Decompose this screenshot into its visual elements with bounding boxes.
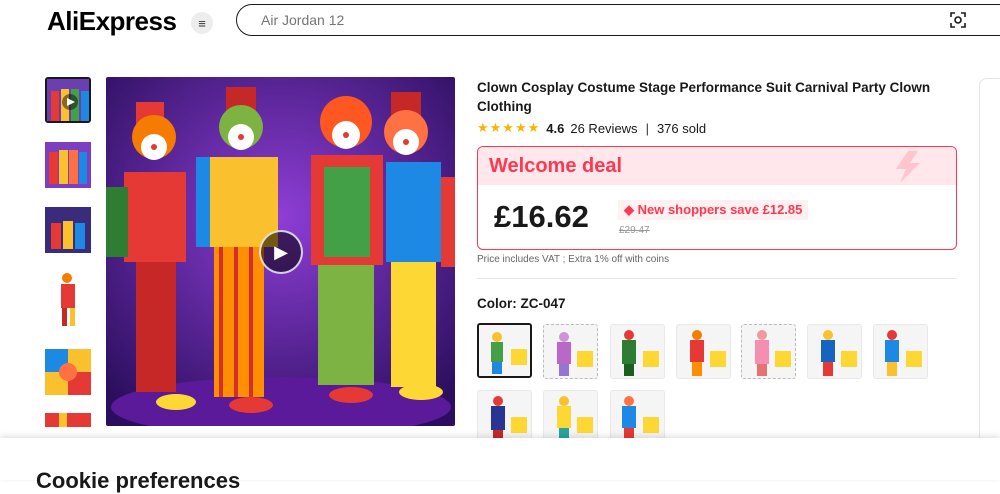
color-swatch[interactable] xyxy=(543,390,598,445)
color-swatch[interactable] xyxy=(543,324,598,379)
thumbnail-image[interactable] xyxy=(45,413,91,427)
thumbnail-image[interactable] xyxy=(45,349,91,395)
color-swatch[interactable] xyxy=(807,324,862,379)
color-swatch[interactable] xyxy=(610,324,665,379)
sold-count: 376 sold xyxy=(656,120,707,136)
vat-note: Price includes VAT ; Extra 1% off with c… xyxy=(477,254,670,265)
color-swatch[interactable] xyxy=(477,323,532,378)
rating-value: 4.6 xyxy=(546,120,565,136)
rating-row: ★★★★★ 4.6 26 Reviews | 376 sold xyxy=(477,120,706,136)
thumbnail-image[interactable] xyxy=(45,207,91,253)
welcome-deal-label: Welcome deal xyxy=(489,155,623,177)
reviews-link[interactable]: 26 Reviews xyxy=(570,121,637,136)
welcome-deal-box: Welcome deal £16.62 ◆ New shoppers save … xyxy=(477,146,957,250)
new-shopper-badge: ◆ New shoppers save £12.85 xyxy=(618,200,809,220)
thumbnail-image[interactable] xyxy=(45,142,91,188)
product-title: Clown Cosplay Costume Stage Performance … xyxy=(477,80,931,114)
color-swatch[interactable] xyxy=(741,324,796,379)
color-swatch[interactable] xyxy=(610,390,665,445)
side-panel xyxy=(979,78,1000,450)
main-product-image[interactable]: ▶ xyxy=(106,77,455,426)
divider xyxy=(477,278,957,279)
divider: | xyxy=(645,120,649,136)
search-bar[interactable] xyxy=(236,4,1000,36)
image-search-icon[interactable] xyxy=(949,11,967,29)
color-label: Color: ZC-047 xyxy=(477,296,566,311)
color-swatch[interactable] xyxy=(873,324,928,379)
play-video-icon[interactable]: ▶ xyxy=(259,230,303,274)
aliexpress-logo[interactable]: AliExpress xyxy=(47,6,177,37)
current-price: £16.62 xyxy=(494,199,589,234)
thumbnail-image[interactable] xyxy=(45,270,91,332)
search-input[interactable] xyxy=(259,11,903,29)
color-swatch[interactable] xyxy=(477,390,532,445)
star-rating-icon: ★★★★★ xyxy=(477,120,541,135)
color-swatch[interactable] xyxy=(676,324,731,379)
original-price: £29.47 xyxy=(619,225,650,236)
tag-icon: ◆ xyxy=(624,202,638,217)
cookie-title: Cookie preferences xyxy=(36,468,241,493)
menu-icon[interactable]: ≡ xyxy=(191,12,213,34)
cookie-banner: Cookie preferences xyxy=(0,438,1000,493)
thumbnail-video[interactable] xyxy=(45,77,91,123)
lightning-icon xyxy=(896,151,920,183)
